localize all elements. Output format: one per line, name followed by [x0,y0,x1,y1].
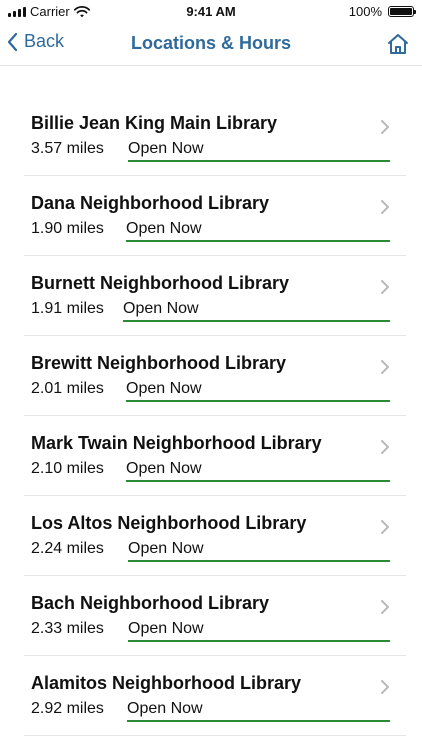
location-name: Los Altos Neighborhood Library [31,513,307,533]
location-name: Dana Neighborhood Library [31,193,270,213]
location-status: Open Now [127,700,203,717]
location-status: Open Now [126,380,202,397]
location-row[interactable]: Brewitt Neighborhood Library 2.01 miles … [24,336,406,416]
location-distance: 2.92 miles [31,700,104,717]
location-row[interactable]: Dana Neighborhood Library 1.90 miles Ope… [24,176,406,256]
chevron-right-icon [381,680,389,694]
location-status: Open Now [128,540,204,557]
chevron-right-icon [381,360,389,374]
battery-percent: 100% [348,4,382,19]
location-row[interactable]: Burnett Neighborhood Library 1.91 miles … [24,256,406,336]
page-title: Locations & Hours [130,33,291,53]
location-status: Open Now [128,620,204,637]
open-status-underline [126,480,390,482]
location-status: Open Now [126,460,202,477]
location-name: Mark Twain Neighborhood Library [31,433,322,453]
battery-icon [388,6,416,17]
location-name: Brewitt Neighborhood Library [31,353,287,373]
location-distance: 3.57 miles [31,140,104,157]
location-distance: 2.33 miles [31,620,104,637]
open-status-underline [123,320,390,322]
location-row[interactable]: Mark Twain Neighborhood Library 2.10 mil… [24,416,406,496]
screen: Carrier 9:41 AM 100% Back Locations & Ho… [0,0,422,750]
location-distance: 1.90 miles [31,220,104,237]
chevron-right-icon [381,600,389,614]
chevron-right-icon [381,440,389,454]
location-row[interactable]: Bach Neighborhood Library 2.33 miles Ope… [24,576,406,656]
home-button[interactable] [384,30,412,58]
location-distance: 2.01 miles [31,380,104,397]
open-status-underline [128,640,390,642]
location-name: Billie Jean King Main Library [31,113,278,133]
location-row[interactable]: Alamitos Neighborhood Library 2.92 miles… [24,656,406,736]
chevron-right-icon [381,280,389,294]
locations-list: Billie Jean King Main Library 3.57 miles… [0,96,422,736]
chevron-right-icon [381,520,389,534]
open-status-underline [127,720,390,722]
location-name: Alamitos Neighborhood Library [31,673,302,693]
home-icon [388,34,408,54]
open-status-underline [128,560,390,562]
location-row[interactable]: Los Altos Neighborhood Library 2.24 mile… [24,496,406,576]
open-status-underline [126,240,390,242]
open-status-underline [126,400,390,402]
open-status-underline [128,160,390,162]
location-status: Open Now [128,140,204,157]
location-name: Bach Neighborhood Library [31,593,270,613]
location-status: Open Now [126,220,202,237]
chevron-right-icon [381,120,389,134]
location-status: Open Now [123,300,199,317]
location-distance: 1.91 miles [31,300,104,317]
nav-bar: Back Locations & Hours [0,24,422,66]
location-distance: 2.10 miles [31,460,104,477]
status-bar: Carrier 9:41 AM 100% [0,0,422,24]
chevron-right-icon [381,200,389,214]
location-name: Burnett Neighborhood Library [31,273,289,293]
status-right: 100% [348,4,416,19]
location-distance: 2.24 miles [31,540,104,557]
location-row[interactable]: Billie Jean King Main Library 3.57 miles… [24,96,406,176]
